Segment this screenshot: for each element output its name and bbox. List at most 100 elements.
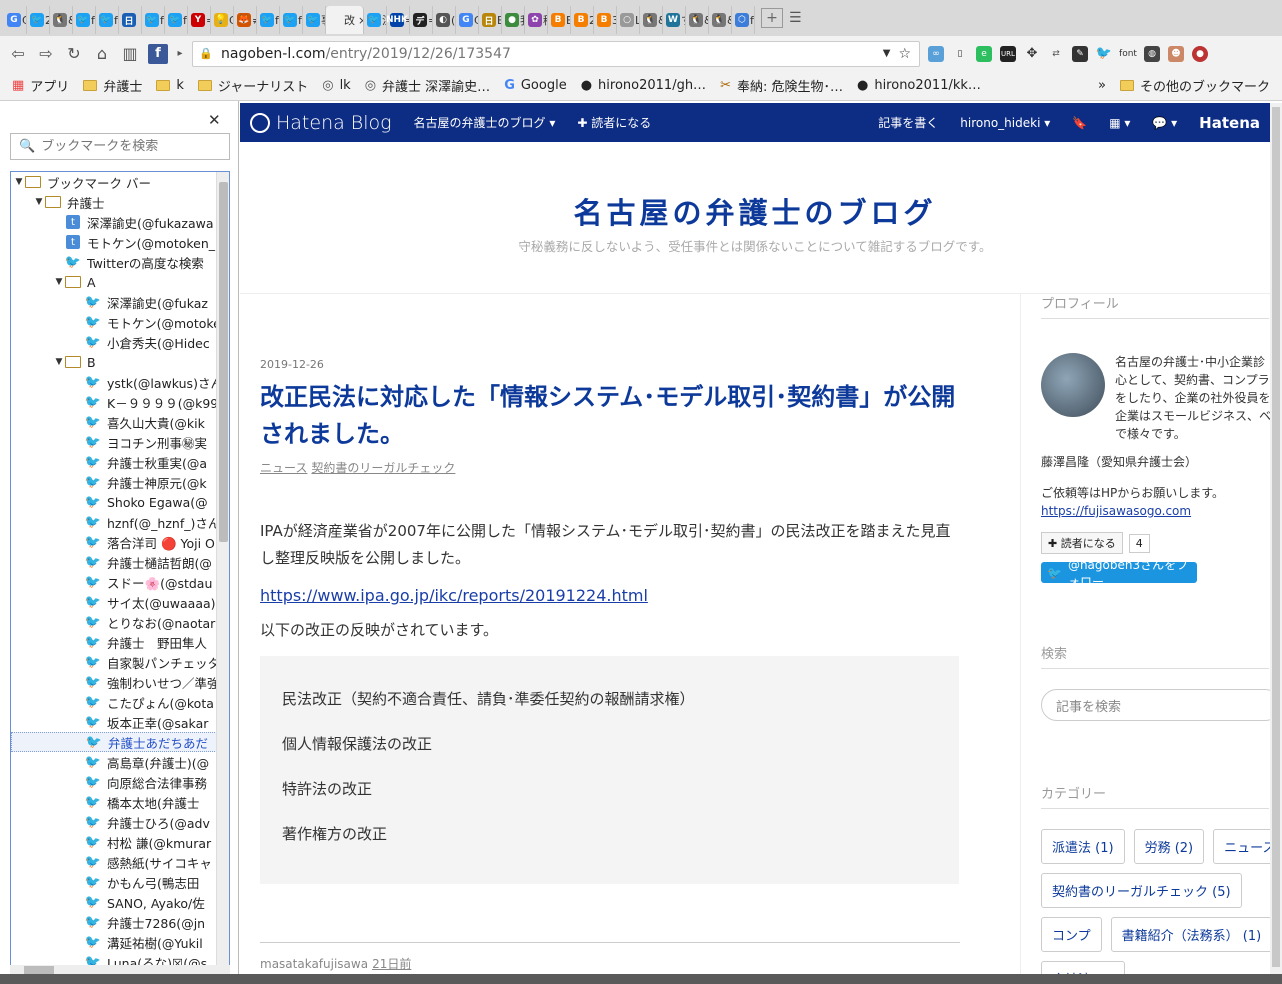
tab[interactable]: 日「 (119, 6, 142, 34)
bookmark-entry[interactable]: 🐦 溝延祐樹(@Yukil (11, 932, 229, 952)
bookmark-entry[interactable]: 🐦 弁護士樋詰哲朗(@ (11, 552, 229, 572)
bookmark-item[interactable]: ◎ 弁護士 深澤諭史… (365, 76, 490, 95)
hatena-brand[interactable]: Hatena (1199, 114, 1260, 132)
tab[interactable]: 🐦 f (165, 6, 188, 34)
bookmark-entry[interactable]: 🐦 弁護士 野田隼人 (11, 632, 229, 652)
tab[interactable]: デ= (410, 6, 433, 34)
write-article-link[interactable]: 記事を書く (878, 114, 938, 131)
close-icon[interactable]: ✕ (208, 111, 221, 129)
bookmark-item[interactable]: ● hirono2011/gh… (581, 78, 706, 93)
extension-binoculars-icon[interactable]: ∞ (928, 45, 944, 62)
extension-url-icon[interactable]: URL (1000, 45, 1016, 62)
profile-avatar-icon[interactable]: ● (1192, 45, 1208, 62)
bookmark-entry[interactable]: t モトケン(@motoken_ (11, 232, 229, 252)
bookmark-entry[interactable]: 🐦 弁護士あだちあだ (11, 732, 229, 752)
category-chip[interactable]: 労務 (2) (1133, 829, 1205, 864)
star-icon[interactable]: ☆ (898, 46, 911, 62)
bookmark-entry[interactable]: t 深澤諭史(@fukazawa (11, 212, 229, 232)
bookmark-entry[interactable]: 🐦 弁護士秋重実(@a (11, 452, 229, 472)
tab[interactable]: 🐧& (686, 6, 709, 34)
expand-arrow-icon[interactable]: ▼ (53, 277, 65, 287)
tab[interactable]: 🐦事 (303, 6, 326, 34)
expand-arrow-icon[interactable]: ▼ (13, 177, 25, 187)
article-title[interactable]: 改正民法に対応した「情報システム･モデル取引･契約書」が公開されました。 (260, 379, 960, 453)
tab[interactable]: B2 (571, 6, 594, 34)
tab[interactable]: 🐦 f (96, 6, 119, 34)
back-icon[interactable]: ⇦ (8, 44, 28, 64)
extension-move-icon[interactable]: ✥ (1024, 46, 1040, 62)
other-bookmarks-folder[interactable]: その他のブックマーク (1119, 76, 1270, 95)
browser-menu-icon[interactable]: ☰ (789, 10, 807, 26)
bookmark-entry[interactable]: 🐦 Luna(るな)☒(@s (11, 952, 229, 966)
bookmark-entry[interactable]: 🐦 自家製パンチェッタ (11, 652, 229, 672)
bookmark-entry[interactable]: 🐦 弁護士ひろ(@adv (11, 812, 229, 832)
tab[interactable]: ○L (617, 6, 640, 34)
bookmark-entry[interactable]: 🐦 橋本太地(弁護士 (11, 792, 229, 812)
tab[interactable]: 🐧& (709, 6, 732, 34)
chevron-right-icon[interactable]: ▸ (176, 44, 184, 64)
tab[interactable]: GC (456, 6, 479, 34)
category-chip[interactable]: 書籍紹介（法務系） (1) (1110, 917, 1270, 952)
bookmark-entry[interactable]: 🐦 落合洋司 🔴 Yoji O (11, 532, 229, 552)
bookmark-folder[interactable]: ▼ ブックマーク バー (11, 172, 229, 192)
subscribe-link[interactable]: ✚ 読者になる (577, 114, 651, 131)
tab[interactable]: 🐦 f (142, 6, 165, 34)
bookmark-entry[interactable]: 🐦 村松 謙(@kmurar (11, 832, 229, 852)
twitter-follow-button[interactable]: 🐦 @nagoben3さんをフォロー (1041, 558, 1197, 589)
tab[interactable]: ◐( (433, 6, 456, 34)
tab[interactable]: 💡C (211, 6, 234, 34)
bookmark-item[interactable]: ▦ アプリ (12, 76, 69, 95)
category-chip[interactable]: ニュース ( (1213, 829, 1270, 864)
profile-url[interactable]: https://fujisawasogo.com (1041, 504, 1270, 518)
bookmark-entry[interactable]: 🐦 Shoko Egawa(@ (11, 492, 229, 512)
extension-ring-icon[interactable]: ◍ (1144, 45, 1160, 62)
bookmark-entry[interactable]: 🐦 スドー🌸(@stdau (11, 572, 229, 592)
category-link[interactable]: 契約書のリーガルチェック (311, 461, 455, 475)
tab[interactable]: ✿穫 (525, 6, 548, 34)
extension-bookmark-icon[interactable]: ▯ (952, 46, 968, 62)
hatena-blog-logo[interactable]: Hatena Blog (250, 112, 392, 134)
bookmarks-overflow-icon[interactable]: » (1098, 78, 1106, 93)
user-menu[interactable]: hirono_hideki ▾ (960, 116, 1050, 130)
home-icon[interactable]: ⌂ (92, 44, 112, 64)
tab[interactable]: 🐧& (640, 6, 663, 34)
bookmark-entry[interactable]: 🐦 深澤諭史(@fukaz (11, 292, 229, 312)
category-chip[interactable]: コンプ (1041, 917, 1102, 952)
tab[interactable]: Y= (188, 6, 211, 34)
article-search-input[interactable]: 記事を検索 (1041, 689, 1270, 721)
bookmark-entry[interactable]: 🐦 向原総合法律事務 (11, 772, 229, 792)
bookmark-folder[interactable]: ▼ B (11, 352, 229, 372)
extension-shuffle-icon[interactable]: ⇄ (1048, 46, 1064, 62)
bookmark-item[interactable]: ◎ lk (322, 78, 350, 93)
extension-edit-icon[interactable]: ✎ (1072, 45, 1088, 62)
tab[interactable]: B3 (594, 6, 617, 34)
extension-font-icon[interactable]: font (1119, 46, 1137, 62)
new-tab-icon[interactable]: + (761, 8, 783, 28)
bookmark-entry[interactable]: 🐦 モトケン(@motoke (11, 312, 229, 332)
bookmark-search-box[interactable]: 🔍 (10, 133, 230, 160)
bookmark-item[interactable]: ジャーナリスト (197, 76, 308, 95)
bookmark-item[interactable]: ● hirono2011/kk… (857, 78, 981, 93)
author-link[interactable]: masatakafujisawa (260, 957, 368, 971)
extension-user-icon[interactable]: ☻ (1168, 45, 1184, 62)
blog-title[interactable]: 名古屋の弁護士のブログ (240, 142, 1270, 232)
article-date[interactable]: 2019-12-26 (260, 358, 960, 371)
notification-icon[interactable]: 💬 ▾ (1152, 116, 1177, 130)
tab[interactable]: Wす (663, 6, 686, 34)
facebook-icon[interactable]: f (148, 43, 168, 64)
tab[interactable]: 🐦 f (280, 6, 303, 34)
tree-horizontal-thumb[interactable] (24, 966, 54, 974)
bookmark-entry[interactable]: 🐦 高島章(弁護士)(@ (11, 752, 229, 772)
bookmark-item[interactable]: k (156, 78, 184, 93)
grid-menu-icon[interactable]: ▦ ▾ (1109, 116, 1130, 130)
reader-icon[interactable]: ▥ (120, 44, 140, 64)
post-time-link[interactable]: 21日前 (372, 957, 411, 971)
bookmark-entry[interactable]: 🐦 坂本正幸(@sakar (11, 712, 229, 732)
tab[interactable]: 改× (326, 6, 364, 34)
reload-icon[interactable]: ↻ (64, 44, 84, 64)
bookmark-item[interactable]: 弁護士 (83, 76, 142, 95)
tab[interactable]: NHK= (387, 6, 410, 34)
bookmark-entry[interactable]: 🐦 弁護士神原元(@k (11, 472, 229, 492)
tab[interactable]: 🐦2 (27, 6, 50, 34)
tab[interactable]: 🐧& (50, 6, 73, 34)
